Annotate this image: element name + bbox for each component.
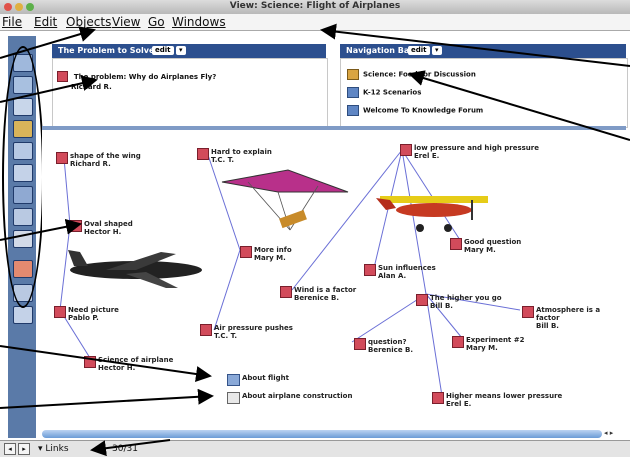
annotation-arrows bbox=[0, 23, 630, 456]
